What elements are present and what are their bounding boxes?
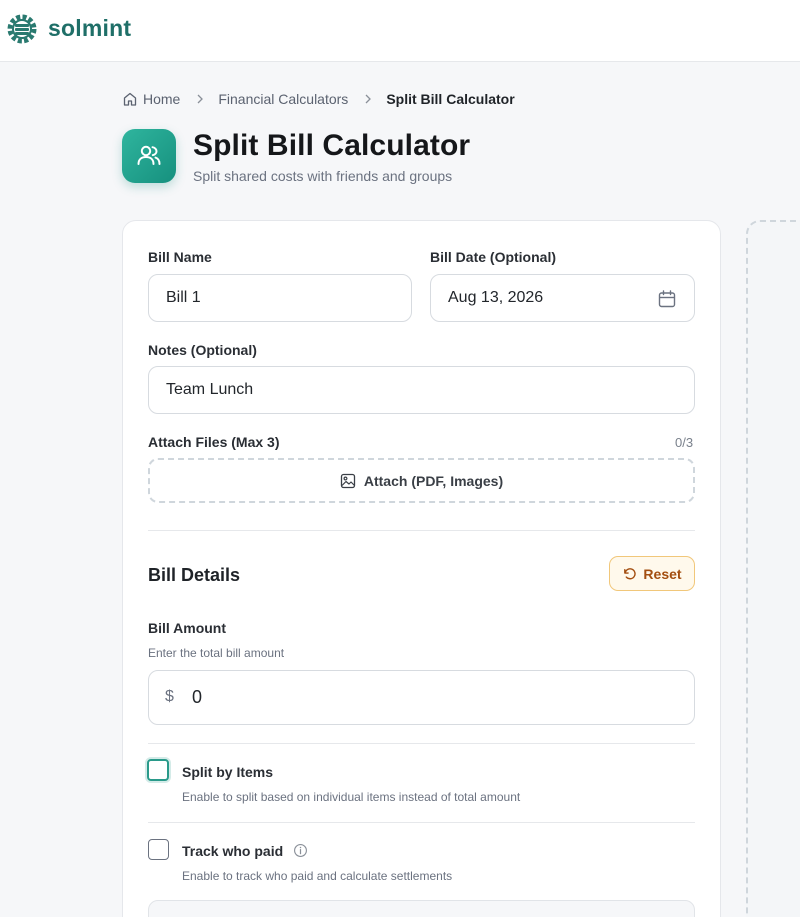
- rotate-ccw-icon: [624, 568, 637, 580]
- track-who-paid-hint: Enable to track who paid and calculate s…: [182, 869, 453, 883]
- results-panel-placeholder: [746, 220, 800, 917]
- breadcrumb-current: Split Bill Calculator: [386, 91, 515, 107]
- page-title: Split Bill Calculator: [193, 129, 471, 162]
- notes-input[interactable]: Team Lunch: [148, 366, 695, 414]
- breadcrumb-financial-calculators[interactable]: Financial Calculators: [218, 91, 348, 107]
- home-icon[interactable]: [122, 91, 138, 107]
- page-subtitle: Split shared costs with friends and grou…: [193, 168, 453, 184]
- split-by-items-checkbox[interactable]: [147, 759, 169, 781]
- app-logo-text[interactable]: solmint: [48, 15, 131, 42]
- bill-amount-label: Bill Amount: [148, 620, 227, 636]
- top-bar: solmint: [0, 0, 800, 62]
- chevron-right-icon: [197, 94, 204, 104]
- attach-files-label: Attach Files (Max 3): [148, 434, 280, 450]
- bill-date-input[interactable]: Aug 13, 2026: [430, 274, 695, 322]
- breadcrumb: Home Financial Calculators Split Bill Ca…: [122, 89, 515, 109]
- attach-count: 0/3: [675, 435, 694, 450]
- bill-name-input[interactable]: Bill 1: [148, 274, 412, 322]
- calendar-icon[interactable]: [657, 289, 677, 309]
- bill-amount-input[interactable]: 0: [148, 670, 695, 725]
- bill-amount-value: 0: [192, 687, 203, 707]
- track-who-paid-checkbox[interactable]: [148, 839, 169, 860]
- currency-symbol: $: [165, 688, 174, 705]
- split-by-items-hint: Enable to split based on individual item…: [182, 790, 521, 804]
- users-icon: [137, 145, 161, 165]
- breadcrumb-home[interactable]: Home: [143, 91, 180, 107]
- bill-amount-hint: Enter the total bill amount: [148, 646, 285, 660]
- track-who-paid-label[interactable]: Track who paid: [182, 843, 283, 859]
- split-by-items-label[interactable]: Split by Items: [182, 764, 273, 780]
- bill-name-value: Bill 1: [166, 289, 201, 306]
- notes-label: Notes (Optional): [148, 342, 257, 358]
- gear-logo-icon[interactable]: [4, 11, 40, 47]
- reset-button[interactable]: Reset: [609, 556, 695, 591]
- bill-date-label: Bill Date (Optional): [430, 249, 556, 265]
- divider: [148, 530, 695, 531]
- divider: [148, 822, 695, 823]
- reset-button-label: Reset: [643, 565, 682, 582]
- info-icon[interactable]: [293, 843, 308, 858]
- attach-button[interactable]: Attach (PDF, Images): [148, 458, 695, 503]
- image-icon: [340, 473, 356, 488]
- header-icon-tile: [122, 129, 176, 183]
- notes-value: Team Lunch: [166, 381, 254, 398]
- bill-details-title: Bill Details: [148, 565, 241, 585]
- bill-date-value: Aug 13, 2026: [448, 289, 544, 306]
- next-field-partial: [148, 900, 695, 917]
- divider: [148, 743, 695, 744]
- chevron-right-icon: [365, 94, 372, 104]
- attach-button-label: Attach (PDF, Images): [363, 472, 504, 489]
- bill-name-label: Bill Name: [148, 249, 212, 265]
